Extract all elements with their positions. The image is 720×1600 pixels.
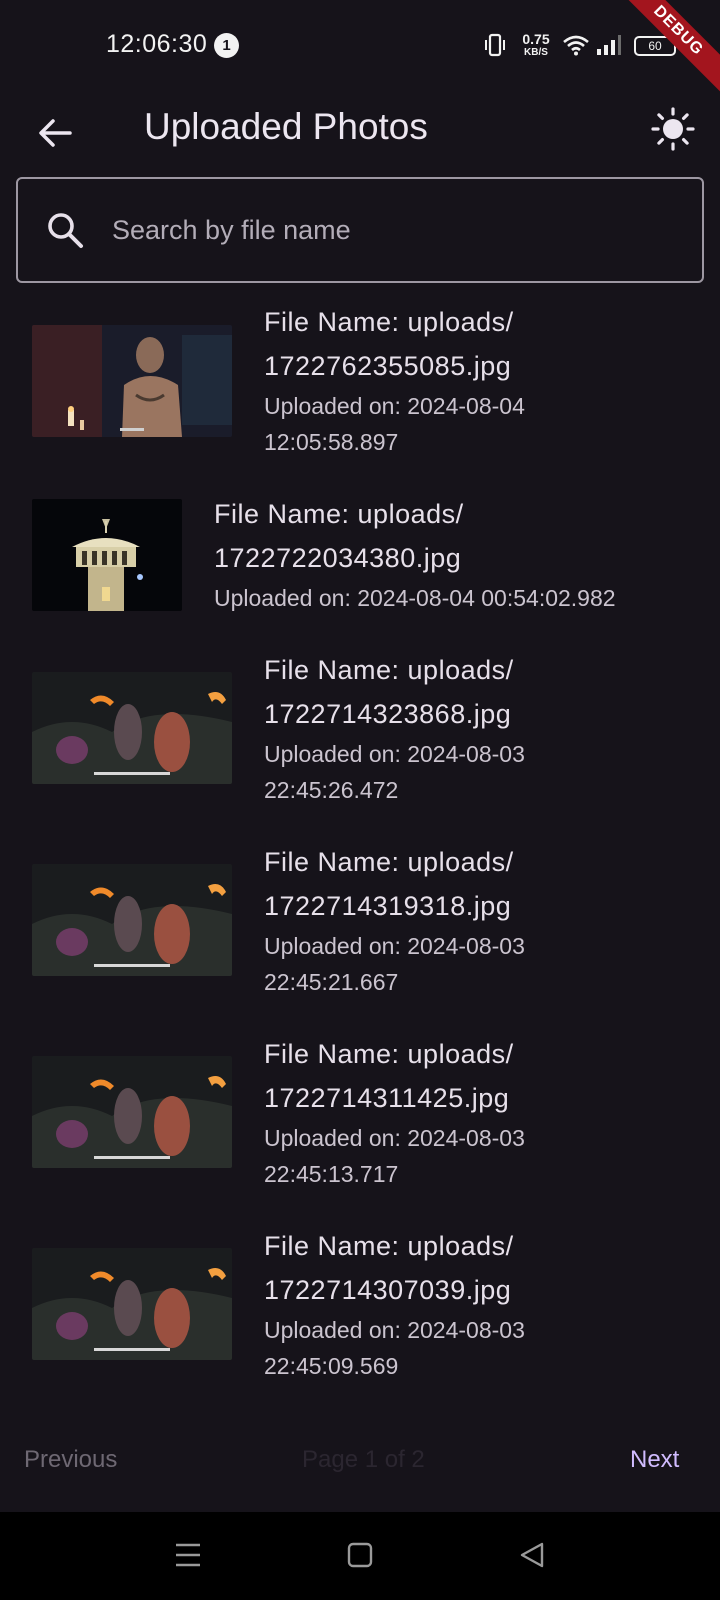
notification-badge: 1: [214, 33, 239, 58]
file-name-line1: File Name: uploads/: [264, 655, 514, 685]
file-name-line1: File Name: uploads/: [264, 1039, 514, 1069]
app-bar: Uploaded Photos: [0, 92, 720, 172]
back-button[interactable]: [30, 108, 80, 158]
list-item[interactable]: File Name: uploads/ 1722722034380.jpg Up…: [0, 492, 720, 622]
net-speed-unit: KB/S: [524, 47, 548, 58]
upload-date-line2: 12:05:58.897: [264, 429, 399, 455]
back-triangle-icon[interactable]: [518, 1540, 546, 1575]
photo-thumbnail: [32, 499, 182, 611]
photo-meta: File Name: uploads/ 1722714311425.jpg Up…: [264, 1032, 525, 1192]
upload-date-line1: Uploaded on: 2024-08-03: [264, 1125, 525, 1151]
search-input[interactable]: [112, 205, 672, 255]
file-name-line2: 1722762355085.jpg: [264, 351, 512, 381]
photo-meta: File Name: uploads/ 1722762355085.jpg Up…: [264, 300, 525, 460]
file-name-line2: 1722714307039.jpg: [264, 1275, 512, 1305]
pagination: Previous Page 1 of 2 Next: [0, 1438, 720, 1494]
list-item[interactable]: File Name: uploads/ 1722762355085.jpg Up…: [0, 300, 720, 470]
photo-meta: File Name: uploads/ 1722714319318.jpg Up…: [264, 840, 525, 1000]
vibrate-icon: [484, 33, 506, 62]
list-item[interactable]: File Name: uploads/ 1722714311425.jpg Up…: [0, 1032, 720, 1202]
page-title: Uploaded Photos: [144, 106, 428, 147]
list-item[interactable]: File Name: uploads/ 1722714319318.jpg Up…: [0, 840, 720, 1010]
upload-date-line2: 22:45:09.569: [264, 1353, 399, 1379]
list-item[interactable]: File Name: uploads/ 1722714323868.jpg Up…: [0, 648, 720, 818]
upload-date-line2: 22:45:13.717: [264, 1161, 399, 1187]
list-item[interactable]: File Name: uploads/ 1722714307039.jpg Up…: [0, 1224, 720, 1394]
file-name-line2: 1722722034380.jpg: [214, 543, 462, 573]
sun-icon: [651, 107, 695, 151]
upload-date-line1: Uploaded on: 2024-08-04 00:54:02.982: [214, 585, 616, 611]
file-name-line2: 1722714311425.jpg: [264, 1083, 510, 1113]
file-name-line1: File Name: uploads/: [264, 1231, 514, 1261]
system-nav-bar: [0, 1512, 720, 1600]
page-indicator: Page 1 of 2: [302, 1446, 425, 1473]
theme-toggle-button[interactable]: [648, 104, 698, 154]
photo-meta: File Name: uploads/ 1722714323868.jpg Up…: [264, 648, 525, 808]
photo-thumbnail: [32, 1056, 232, 1168]
search-field[interactable]: [16, 177, 704, 283]
status-time: 12:06:30: [106, 30, 208, 58]
previous-button[interactable]: Previous: [24, 1446, 117, 1474]
upload-date-line1: Uploaded on: 2024-08-03: [264, 1317, 525, 1343]
net-speed: 0.75 KB/S: [518, 31, 554, 59]
photo-thumbnail: [32, 864, 232, 976]
home-icon[interactable]: [346, 1540, 374, 1575]
photo-meta: File Name: uploads/ 1722722034380.jpg Up…: [214, 492, 616, 616]
photo-thumbnail: [32, 672, 232, 784]
file-name-line1: File Name: uploads/: [264, 307, 514, 337]
file-name-line2: 1722714319318.jpg: [264, 891, 512, 921]
signal-icon: [596, 34, 622, 61]
upload-date-line1: Uploaded on: 2024-08-03: [264, 741, 525, 767]
photo-meta: File Name: uploads/ 1722714307039.jpg Up…: [264, 1224, 525, 1384]
upload-date-line2: 22:45:26.472: [264, 777, 399, 803]
status-bar: 12:06:30 1 0.75 KB/S 60 DEBUG: [0, 0, 720, 97]
arrow-left-icon: [39, 119, 72, 147]
upload-date-line1: Uploaded on: 2024-08-04: [264, 393, 525, 419]
menu-icon[interactable]: [174, 1540, 202, 1575]
net-speed-value: 0.75: [522, 31, 550, 47]
photo-thumbnail: [32, 1248, 232, 1360]
photo-thumbnail: [32, 325, 232, 437]
wifi-icon: [562, 34, 590, 61]
file-name-line1: File Name: uploads/: [214, 499, 464, 529]
upload-date-line2: 22:45:21.667: [264, 969, 399, 995]
next-button[interactable]: Next: [630, 1446, 679, 1474]
file-name-line1: File Name: uploads/: [264, 847, 514, 877]
screen: 12:06:30 1 0.75 KB/S 60 DEBUG Uploaded P…: [0, 0, 720, 1600]
upload-date-line1: Uploaded on: 2024-08-03: [264, 933, 525, 959]
file-name-line2: 1722714323868.jpg: [264, 699, 512, 729]
search-icon: [46, 211, 84, 254]
